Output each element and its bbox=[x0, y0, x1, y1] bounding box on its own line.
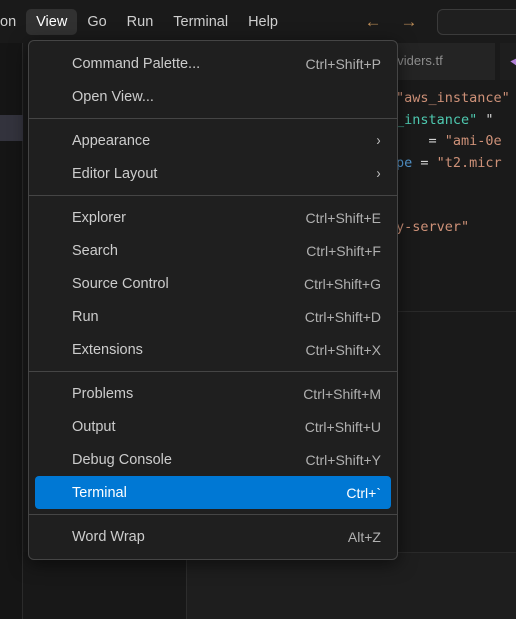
sidebar-row[interactable] bbox=[0, 237, 23, 263]
menu-item-shortcut: Ctrl+Shift+Y bbox=[305, 451, 381, 468]
editor-divider bbox=[396, 311, 516, 312]
editor-tab-bar[interactable]: oviders.tf bbox=[384, 40, 516, 80]
chevron-right-icon: › bbox=[376, 165, 381, 182]
menubar-item-help[interactable]: Help bbox=[238, 9, 288, 35]
menu-item-editor-layout[interactable]: Editor Layout › bbox=[35, 157, 391, 190]
menu-item-label: Appearance bbox=[72, 132, 151, 149]
code-token: pe bbox=[396, 154, 413, 171]
menu-item-terminal[interactable]: Terminal Ctrl+` bbox=[35, 476, 391, 509]
code-token: = bbox=[396, 133, 445, 149]
menu-item-label: Explorer bbox=[72, 209, 126, 226]
vscode-window: oviders.tf "aws_instance" "w _instance" "… bbox=[0, 0, 516, 619]
menu-item-label: Word Wrap bbox=[72, 528, 145, 545]
menu-item-label: Run bbox=[72, 308, 99, 325]
editor-text-area[interactable] bbox=[187, 552, 516, 619]
code-line: _instance" " bbox=[396, 110, 516, 132]
terraform-file-icon bbox=[510, 53, 516, 68]
code-line: pe = "t2.micr bbox=[396, 153, 516, 175]
chevron-right-icon: › bbox=[376, 132, 381, 149]
arrow-left-icon[interactable]: ← bbox=[362, 10, 384, 32]
menu-item-explorer[interactable]: Explorer Ctrl+Shift+E bbox=[35, 201, 391, 234]
menu-item-extensions[interactable]: Extensions Ctrl+Shift+X bbox=[35, 333, 391, 366]
sidebar-row-active[interactable] bbox=[0, 115, 23, 141]
sidebar-row[interactable] bbox=[0, 142, 23, 168]
code-line: y-server" bbox=[396, 217, 516, 239]
menu-item-run[interactable]: Run Ctrl+Shift+D bbox=[35, 300, 391, 333]
menu-item-shortcut: Ctrl+Shift+G bbox=[303, 275, 381, 292]
menu-item-source-control[interactable]: Source Control Ctrl+Shift+G bbox=[35, 267, 391, 300]
editor-tab-providers[interactable]: oviders.tf bbox=[384, 40, 496, 80]
explorer-pane[interactable] bbox=[23, 552, 187, 619]
menu-item-label: Extensions bbox=[72, 341, 143, 358]
menubar-item-go[interactable]: Go bbox=[77, 9, 116, 35]
menu-item-command-palette[interactable]: Command Palette... Ctrl+Shift+P bbox=[35, 47, 391, 80]
code-token: = bbox=[412, 154, 437, 171]
menu-item-label: Output bbox=[72, 418, 116, 435]
menu-item-label: Search bbox=[72, 242, 118, 259]
menu-separator bbox=[29, 195, 397, 196]
menu-item-shortcut: Ctrl+` bbox=[346, 484, 381, 501]
menu-item-word-wrap[interactable]: Word Wrap Alt+Z bbox=[35, 520, 391, 553]
sidebar-row[interactable] bbox=[0, 88, 23, 114]
menubar-item-on[interactable]: on bbox=[0, 9, 26, 35]
code-line: = "ami-0e bbox=[396, 131, 516, 153]
code-token: _instance" bbox=[396, 111, 478, 128]
menu-item-problems[interactable]: Problems Ctrl+Shift+M bbox=[35, 377, 391, 410]
code-token: "aws_instance" "w bbox=[396, 90, 510, 106]
view-dropdown-menu[interactable]: Command Palette... Ctrl+Shift+P Open View.… bbox=[28, 40, 398, 560]
code-content: "aws_instance" "w_instance" " = "ami-0ep… bbox=[396, 88, 516, 239]
menu-item-shortcut: Ctrl+Shift+U bbox=[304, 418, 381, 435]
activity-bar[interactable] bbox=[0, 43, 23, 619]
menu-item-label: Source Control bbox=[72, 275, 169, 292]
menu-item-label: Open View... bbox=[72, 88, 154, 105]
menu-item-shortcut: Ctrl+Shift+M bbox=[303, 385, 381, 402]
menu-separator bbox=[29, 118, 397, 119]
menu-item-shortcut: Ctrl+Shift+E bbox=[305, 209, 381, 226]
code-token: "ami-0e bbox=[444, 133, 502, 149]
menu-item-shortcut: Ctrl+Shift+F bbox=[306, 242, 381, 259]
menu-item-label: Problems bbox=[72, 385, 134, 402]
menu-item-search[interactable]: Search Ctrl+Shift+F bbox=[35, 234, 391, 267]
menu-item-shortcut: Alt+Z bbox=[347, 528, 381, 545]
menu-item-label: Terminal bbox=[72, 484, 127, 501]
code-line: "aws_instance" "w bbox=[396, 88, 516, 110]
navigation-buttons[interactable]: ← → bbox=[362, 10, 420, 32]
menubar-item-terminal[interactable]: Terminal bbox=[163, 9, 238, 35]
menu-item-label: Debug Console bbox=[72, 451, 172, 468]
menu-item-appearance[interactable]: Appearance › bbox=[35, 124, 391, 157]
code-token: " bbox=[477, 111, 494, 128]
menu-item-open-view[interactable]: Open View... bbox=[35, 80, 391, 113]
editor-tab-active[interactable] bbox=[500, 40, 516, 80]
menu-item-debug-console[interactable]: Debug Console Ctrl+Shift+Y bbox=[35, 443, 391, 476]
menu-item-label: Editor Layout bbox=[72, 165, 158, 182]
menu-separator bbox=[29, 514, 397, 515]
title-bar: on View Go Run Terminal Help ← → bbox=[0, 0, 516, 43]
command-center-input[interactable] bbox=[437, 9, 516, 35]
menu-separator bbox=[29, 371, 397, 372]
code-token: y-server" bbox=[396, 219, 470, 235]
menu-item-shortcut: Ctrl+Shift+D bbox=[304, 308, 381, 325]
menubar-item-view[interactable]: View bbox=[26, 8, 78, 35]
menu-item-label: Command Palette... bbox=[72, 55, 201, 72]
menubar-item-run[interactable]: Run bbox=[117, 9, 164, 35]
code-token: "t2.micr bbox=[436, 154, 502, 171]
arrow-right-icon[interactable]: → bbox=[398, 10, 420, 32]
menu-item-shortcut: Ctrl+Shift+X bbox=[305, 341, 381, 358]
menu-item-shortcut: Ctrl+Shift+P bbox=[305, 55, 381, 72]
menu-item-output[interactable]: Output Ctrl+Shift+U bbox=[35, 410, 391, 443]
menu-bar[interactable]: on View Go Run Terminal Help bbox=[0, 0, 288, 43]
